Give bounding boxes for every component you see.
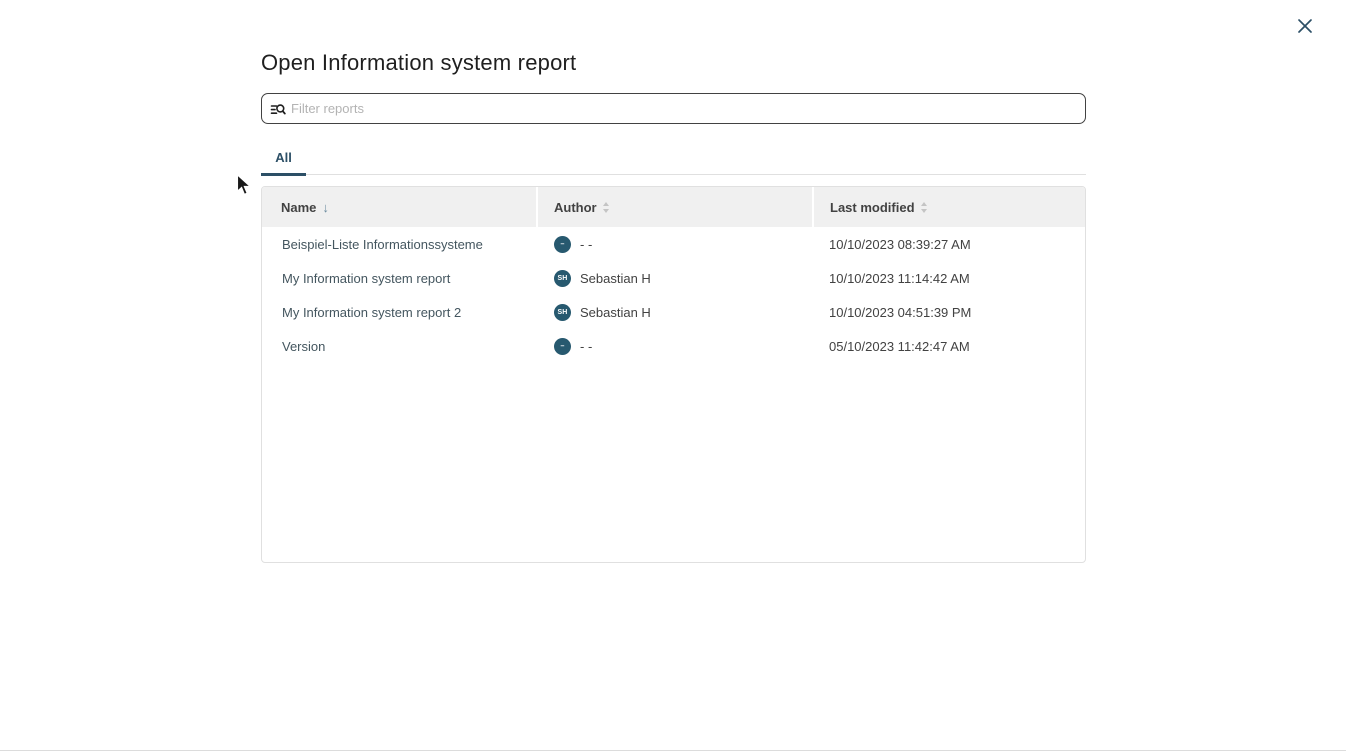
author-cell: – - - — [537, 338, 812, 355]
sort-descending-icon: ↓ — [322, 200, 329, 215]
filter-reports-input[interactable] — [291, 101, 1075, 116]
last-modified-value: 10/10/2023 08:39:27 AM — [829, 237, 971, 252]
author-name: Sebastian H — [580, 271, 651, 286]
column-header-name[interactable]: Name ↓ — [262, 187, 536, 227]
table-row[interactable]: Beispiel-Liste Informationssysteme – - -… — [262, 227, 1085, 261]
last-modified-cell: 10/10/2023 11:14:42 AM — [812, 271, 1085, 286]
last-modified-cell: 10/10/2023 08:39:27 AM — [812, 237, 1085, 252]
tab-all-label: All — [275, 150, 292, 165]
filter-reports-field[interactable] — [261, 93, 1086, 124]
close-button[interactable] — [1294, 15, 1316, 37]
table-body: Beispiel-Liste Informationssysteme – - -… — [262, 227, 1085, 363]
author-avatar: SH — [554, 304, 571, 321]
author-cell: SH Sebastian H — [537, 270, 812, 287]
author-name: Sebastian H — [580, 305, 651, 320]
name-cell: Version — [262, 339, 537, 354]
report-name-link[interactable]: My Information system report — [282, 271, 450, 286]
sort-toggle-icon — [603, 202, 609, 213]
dialog-title: Open Information system report — [261, 50, 576, 76]
column-label-name: Name — [281, 200, 316, 215]
column-label-author: Author — [554, 200, 597, 215]
report-name-link[interactable]: My Information system report 2 — [282, 305, 461, 320]
tab-bar: All — [261, 140, 1086, 175]
last-modified-cell: 05/10/2023 11:42:47 AM — [812, 339, 1085, 354]
name-cell: My Information system report 2 — [262, 305, 537, 320]
report-name-link[interactable]: Beispiel-Liste Informationssysteme — [282, 237, 483, 252]
author-name: - - — [580, 237, 592, 252]
mouse-cursor-icon — [236, 174, 253, 202]
table-row[interactable]: My Information system report SH Sebastia… — [262, 261, 1085, 295]
author-avatar: SH — [554, 270, 571, 287]
column-label-last-modified: Last modified — [830, 200, 915, 215]
active-tab-indicator — [261, 173, 306, 176]
name-cell: My Information system report — [262, 271, 537, 286]
column-header-author[interactable]: Author — [538, 187, 812, 227]
author-avatar: – — [554, 338, 571, 355]
author-cell: SH Sebastian H — [537, 304, 812, 321]
table-header: Name ↓ Author Last modified — [262, 187, 1085, 227]
filter-search-icon — [270, 101, 286, 117]
report-name-link[interactable]: Version — [282, 339, 325, 354]
column-header-last-modified[interactable]: Last modified — [814, 187, 1085, 227]
author-name: - - — [580, 339, 592, 354]
name-cell: Beispiel-Liste Informationssysteme — [262, 237, 537, 252]
table-row[interactable]: My Information system report 2 SH Sebast… — [262, 295, 1085, 329]
reports-table: Name ↓ Author Last modified Beispiel-Lis… — [261, 186, 1086, 563]
close-icon — [1296, 17, 1314, 35]
tab-all[interactable]: All — [261, 140, 306, 175]
last-modified-cell: 10/10/2023 04:51:39 PM — [812, 305, 1085, 320]
last-modified-value: 05/10/2023 11:42:47 AM — [829, 339, 970, 354]
page-bottom-divider — [0, 750, 1346, 751]
author-avatar: – — [554, 236, 571, 253]
sort-toggle-icon — [921, 202, 927, 213]
table-row[interactable]: Version – - - 05/10/2023 11:42:47 AM — [262, 329, 1085, 363]
last-modified-value: 10/10/2023 04:51:39 PM — [829, 305, 971, 320]
author-cell: – - - — [537, 236, 812, 253]
last-modified-value: 10/10/2023 11:14:42 AM — [829, 271, 970, 286]
